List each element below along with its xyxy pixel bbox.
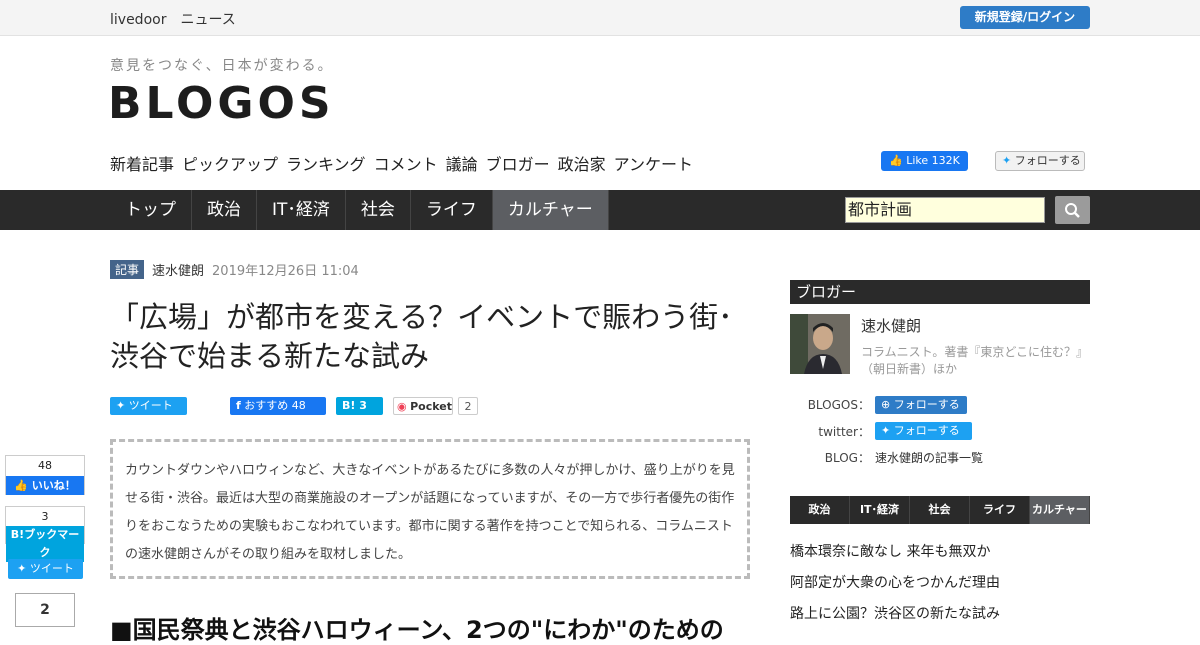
nav-life[interactable]: ライフ (411, 190, 493, 230)
twitter-follow-button-side[interactable]: ✦ フォローする (875, 422, 972, 440)
subnav-blogger[interactable]: ブロガー (486, 151, 550, 175)
side-tweet-label: ツイート (29, 562, 74, 575)
side-like-button[interactable]: 👍 いいね！ (6, 476, 84, 495)
nav-top[interactable]: トップ (110, 190, 192, 230)
subnav-pickup[interactable]: ピックアップ (182, 151, 278, 175)
fb-recommend-label: おすすめ 48 (244, 399, 306, 412)
twitter-follow-button[interactable]: ✦ フォローする (995, 151, 1085, 171)
hatena-bookmark-button[interactable]: B! 3 (336, 397, 383, 415)
facebook-icon: f (236, 399, 241, 412)
ranking-link[interactable]: 路上に公園？渋谷区の新たな試み (790, 603, 1000, 623)
blogger-description: コラムニスト。著書『東京どこに住む？』（朝日新書）ほか (861, 345, 1089, 376)
thumbs-up-icon: 👍 (889, 154, 903, 167)
search-input[interactable]: 都市計画 (845, 197, 1045, 223)
article-lead: カウントダウンやハロウィンなど、大きなイベントがあるたびに多数の人々が押しかけ、… (110, 439, 750, 579)
blogger-name[interactable]: 速水健朗 (861, 315, 921, 336)
sub-navigation: 新着記事 ピックアップ ランキング コメント 議論 ブロガー 政治家 アンケート (110, 151, 693, 175)
tagline: 意見をつなぐ、日本が変わる。 (110, 58, 334, 74)
tab-culture[interactable]: カルチャー (1030, 496, 1090, 524)
subnav-discussion[interactable]: 議論 (446, 151, 478, 175)
side-like-label: いいね！ (31, 479, 76, 492)
side-like-count: 48 (38, 459, 52, 472)
subnav-comment[interactable]: コメント (374, 151, 438, 175)
login-button[interactable]: 新規登録/ログイン (960, 6, 1090, 29)
tab-politics[interactable]: 政治 (790, 496, 850, 524)
plus-icon: ⊕ (881, 398, 891, 411)
pocket-button[interactable]: ◉ Pocket (393, 397, 453, 415)
article-badge: 記事 (110, 260, 145, 279)
fb-like-label: Like 132K (906, 154, 960, 167)
nav-culture[interactable]: カルチャー (492, 190, 609, 230)
top-bar: livedoor ニュース 新規登録/ログイン (0, 0, 1200, 36)
twitter-label: twitter： (818, 425, 870, 439)
side-bm-count: 3 (41, 510, 49, 523)
side-pocket-count[interactable]: 2 (15, 593, 75, 627)
subnav-survey[interactable]: アンケート (614, 151, 693, 175)
pocket-label: Pocket (410, 400, 452, 413)
thumbs-up-icon: 👍 (14, 479, 28, 492)
tab-it-economy[interactable]: IT･経済 (850, 496, 910, 524)
twitter-bird-icon: ✦ (881, 424, 891, 437)
subnav-new[interactable]: 新着記事 (110, 151, 174, 175)
tab-society[interactable]: 社会 (910, 496, 970, 524)
blogos-label: BLOGOS： (807, 398, 870, 412)
search-icon (1065, 203, 1080, 218)
article-title: 「広場」が都市を変える？イベントで賑わう街･ 渋谷で始まる新たな試み (110, 300, 733, 373)
twitter-bird-icon: ✦ (17, 562, 27, 575)
pocket-icon: ◉ (397, 400, 407, 413)
nav-politics[interactable]: 政治 (192, 190, 257, 230)
blogger-header: ブロガー (790, 280, 1090, 304)
side-bm-button[interactable]: B!ブックマーク (6, 526, 84, 562)
blogos-logo[interactable]: BLOGOS (108, 78, 335, 129)
subnav-ranking[interactable]: ランキング (286, 151, 366, 175)
facebook-like-button[interactable]: 👍 Like 132K (881, 151, 968, 171)
nav-society[interactable]: 社会 (346, 190, 411, 230)
nav-it-economy[interactable]: IT･経済 (257, 190, 346, 230)
ranking-link[interactable]: 橋本環奈に敵なし 来年も無双か (790, 541, 990, 561)
ranking-link[interactable]: 阿部定が大衆の心をつかんだ理由 (790, 572, 1000, 592)
search-button[interactable] (1055, 196, 1090, 224)
twitter-follow-label: フォローする (893, 424, 960, 437)
article-author[interactable]: 速水健朗 (152, 260, 204, 279)
side-bookmark-box[interactable]: 3 B!ブックマーク (5, 506, 85, 562)
side-like-box[interactable]: 48 👍 いいね！ (5, 455, 85, 495)
side-tweet-button[interactable]: ✦ ツイート (8, 559, 83, 579)
tweet-button[interactable]: ✦ ツイート (110, 397, 187, 415)
blogos-follow-label: フォローする (893, 398, 960, 411)
blog-article-list-link[interactable]: 速水健朗の記事一覧 (875, 449, 983, 466)
article-date: 2019年12月26日 11:04 (212, 264, 359, 279)
avatar[interactable] (790, 314, 850, 374)
tw-follow-label: フォローする (1014, 154, 1081, 167)
twitter-bird-icon: ✦ (1002, 154, 1012, 167)
blog-label: BLOG： (824, 451, 870, 465)
pocket-count: 2 (458, 397, 478, 415)
fb-recommend-button[interactable]: f おすすめ 48 (230, 397, 326, 415)
article-heading: ■国民祭典と渋谷ハロウィーン、2つの"にわか"のための (110, 616, 724, 644)
avatar-image (790, 314, 850, 374)
article-meta: 記事 速水健朗 2019年12月26日 11:04 (110, 260, 359, 279)
category-tabs: 政治 IT･経済 社会 ライフ カルチャー (790, 496, 1090, 524)
subnav-politician[interactable]: 政治家 (558, 151, 606, 175)
site-name[interactable]: livedoor ニュース (110, 9, 236, 29)
blogos-follow-button[interactable]: ⊕ フォローする (875, 396, 967, 414)
tab-life[interactable]: ライフ (970, 496, 1030, 524)
tweet-label: ツイート (128, 399, 173, 412)
twitter-bird-icon: ✦ (116, 399, 126, 412)
